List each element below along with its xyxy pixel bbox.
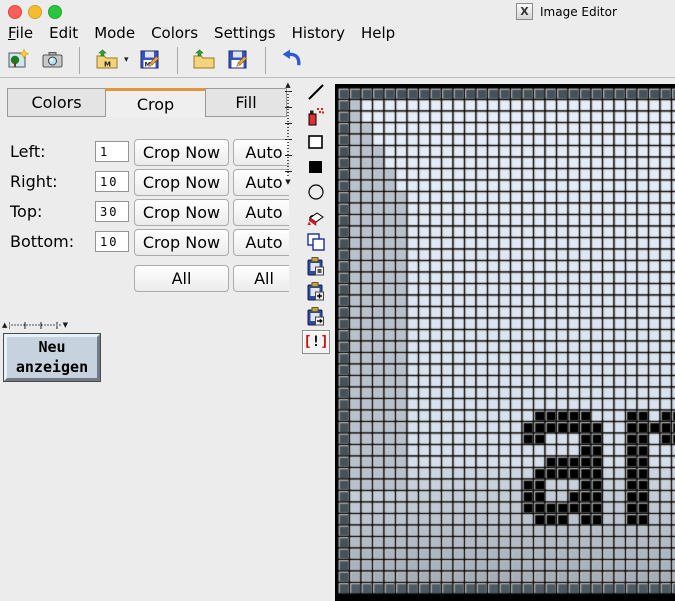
menu-colors[interactable]: Colors (147, 24, 207, 42)
crop-row-left: Left: Crop Now Auto (0, 139, 289, 167)
x11-logo-icon: X (516, 3, 533, 20)
sash-down-arrow-icon[interactable]: ▼ (63, 322, 68, 329)
rectangle-outline-tool[interactable] (302, 130, 330, 154)
crop-row-all: All All (0, 265, 289, 293)
sash-down-arrow-icon[interactable]: ▼ (285, 179, 290, 186)
canvas-pixel-grid[interactable] (335, 84, 675, 601)
toolbar-separator (265, 47, 266, 74)
refresh-view-label-line1: Neu (38, 338, 65, 356)
sash-up-arrow-icon[interactable]: ▲ (2, 322, 7, 329)
crop-row-right: Right: Crop Now Auto (0, 169, 289, 197)
open-project-icon[interactable]: M (94, 48, 119, 73)
new-image-icon[interactable] (6, 48, 31, 73)
crop-row-top: Top: Crop Now Auto (0, 199, 289, 227)
save-project-icon[interactable]: M (138, 48, 163, 73)
auto-bottom-button[interactable]: Auto (233, 229, 289, 256)
open-file-icon[interactable] (192, 48, 217, 73)
fill-tool[interactable] (302, 205, 330, 229)
menu-history[interactable]: History (288, 24, 354, 42)
copy-tool[interactable] (302, 230, 330, 254)
paste-add-tool[interactable] (302, 280, 330, 304)
chevron-down-icon[interactable]: ▾ (124, 55, 129, 65)
screenshot-icon[interactable] (40, 48, 65, 73)
auto-left-button[interactable]: Auto (233, 139, 289, 166)
image-editor-window: X Image Editor FileEditModeColorsSetting… (0, 0, 675, 601)
menubar: FileEditModeColorsSettingsHistoryHelp (0, 22, 675, 43)
menu-edit[interactable]: Edit (45, 24, 87, 42)
alert-tool[interactable]: [!] (302, 330, 330, 354)
menu-file[interactable]: File (4, 24, 42, 42)
tab-crop[interactable]: Crop (105, 88, 206, 117)
title-group: X Image Editor (516, 3, 617, 20)
crop-bottom-label: Bottom: (10, 232, 74, 251)
toolbar-separator (79, 47, 80, 74)
toolbar: M ▾ M (0, 43, 675, 78)
crop-right-input[interactable] (95, 171, 129, 192)
tool-palette: [!] (300, 80, 332, 355)
crop-now-top-button[interactable]: Crop Now (134, 199, 229, 226)
left-panel: Colors Crop Fill Left: Crop Now Auto Rig… (0, 80, 289, 601)
menu-help[interactable]: Help (357, 24, 404, 42)
tab-colors[interactable]: Colors (7, 88, 106, 117)
minimize-window-button[interactable] (28, 5, 42, 19)
tab-fill[interactable]: Fill (205, 88, 287, 117)
crop-left-label: Left: (10, 142, 46, 161)
ellipse-tool[interactable] (302, 180, 330, 204)
crop-now-left-button[interactable]: Crop Now (134, 139, 229, 166)
paste-move-tool[interactable] (302, 305, 330, 329)
crop-now-bottom-button[interactable]: Crop Now (134, 229, 229, 256)
crop-top-input[interactable] (95, 201, 129, 222)
sash-ticks (285, 91, 292, 177)
spray-tool[interactable] (302, 105, 330, 129)
auto-all-button[interactable]: All (233, 265, 289, 292)
menu-mode[interactable]: Mode (90, 24, 144, 42)
rectangle-filled-tool[interactable] (302, 155, 330, 179)
zoom-window-button[interactable] (48, 5, 62, 19)
refresh-view-button[interactable]: Neu anzeigen (4, 334, 100, 381)
auto-right-button[interactable]: Auto (233, 169, 289, 196)
toolbar-separator (177, 47, 178, 74)
crop-left-input[interactable] (95, 141, 129, 162)
auto-top-button[interactable]: Auto (233, 199, 289, 226)
close-window-button[interactable] (8, 5, 22, 19)
crop-right-label: Right: (10, 172, 58, 191)
paste-tool[interactable] (302, 255, 330, 279)
undo-icon[interactable] (280, 48, 305, 73)
save-file-icon[interactable] (226, 48, 251, 73)
vertical-sash-grip[interactable]: ▲ ▼ (283, 82, 293, 186)
window-title: Image Editor (540, 5, 617, 19)
line-tool[interactable] (302, 80, 330, 104)
svg-text:M: M (104, 61, 111, 69)
menu-settings[interactable]: Settings (210, 24, 285, 42)
crop-now-right-button[interactable]: Crop Now (134, 169, 229, 196)
crop-all-button[interactable]: All (134, 265, 229, 292)
crop-row-bottom: Bottom: Crop Now Auto (0, 229, 289, 257)
sash-up-arrow-icon[interactable]: ▲ (285, 82, 290, 89)
titlebar: X Image Editor (0, 0, 675, 22)
crop-bottom-input[interactable] (95, 231, 129, 252)
crop-top-label: Top: (10, 202, 42, 221)
refresh-view-label-line2: anzeigen (16, 358, 88, 376)
sash-ticks (9, 322, 60, 329)
horizontal-sash-grip[interactable]: ▲ ▼ (2, 320, 68, 330)
